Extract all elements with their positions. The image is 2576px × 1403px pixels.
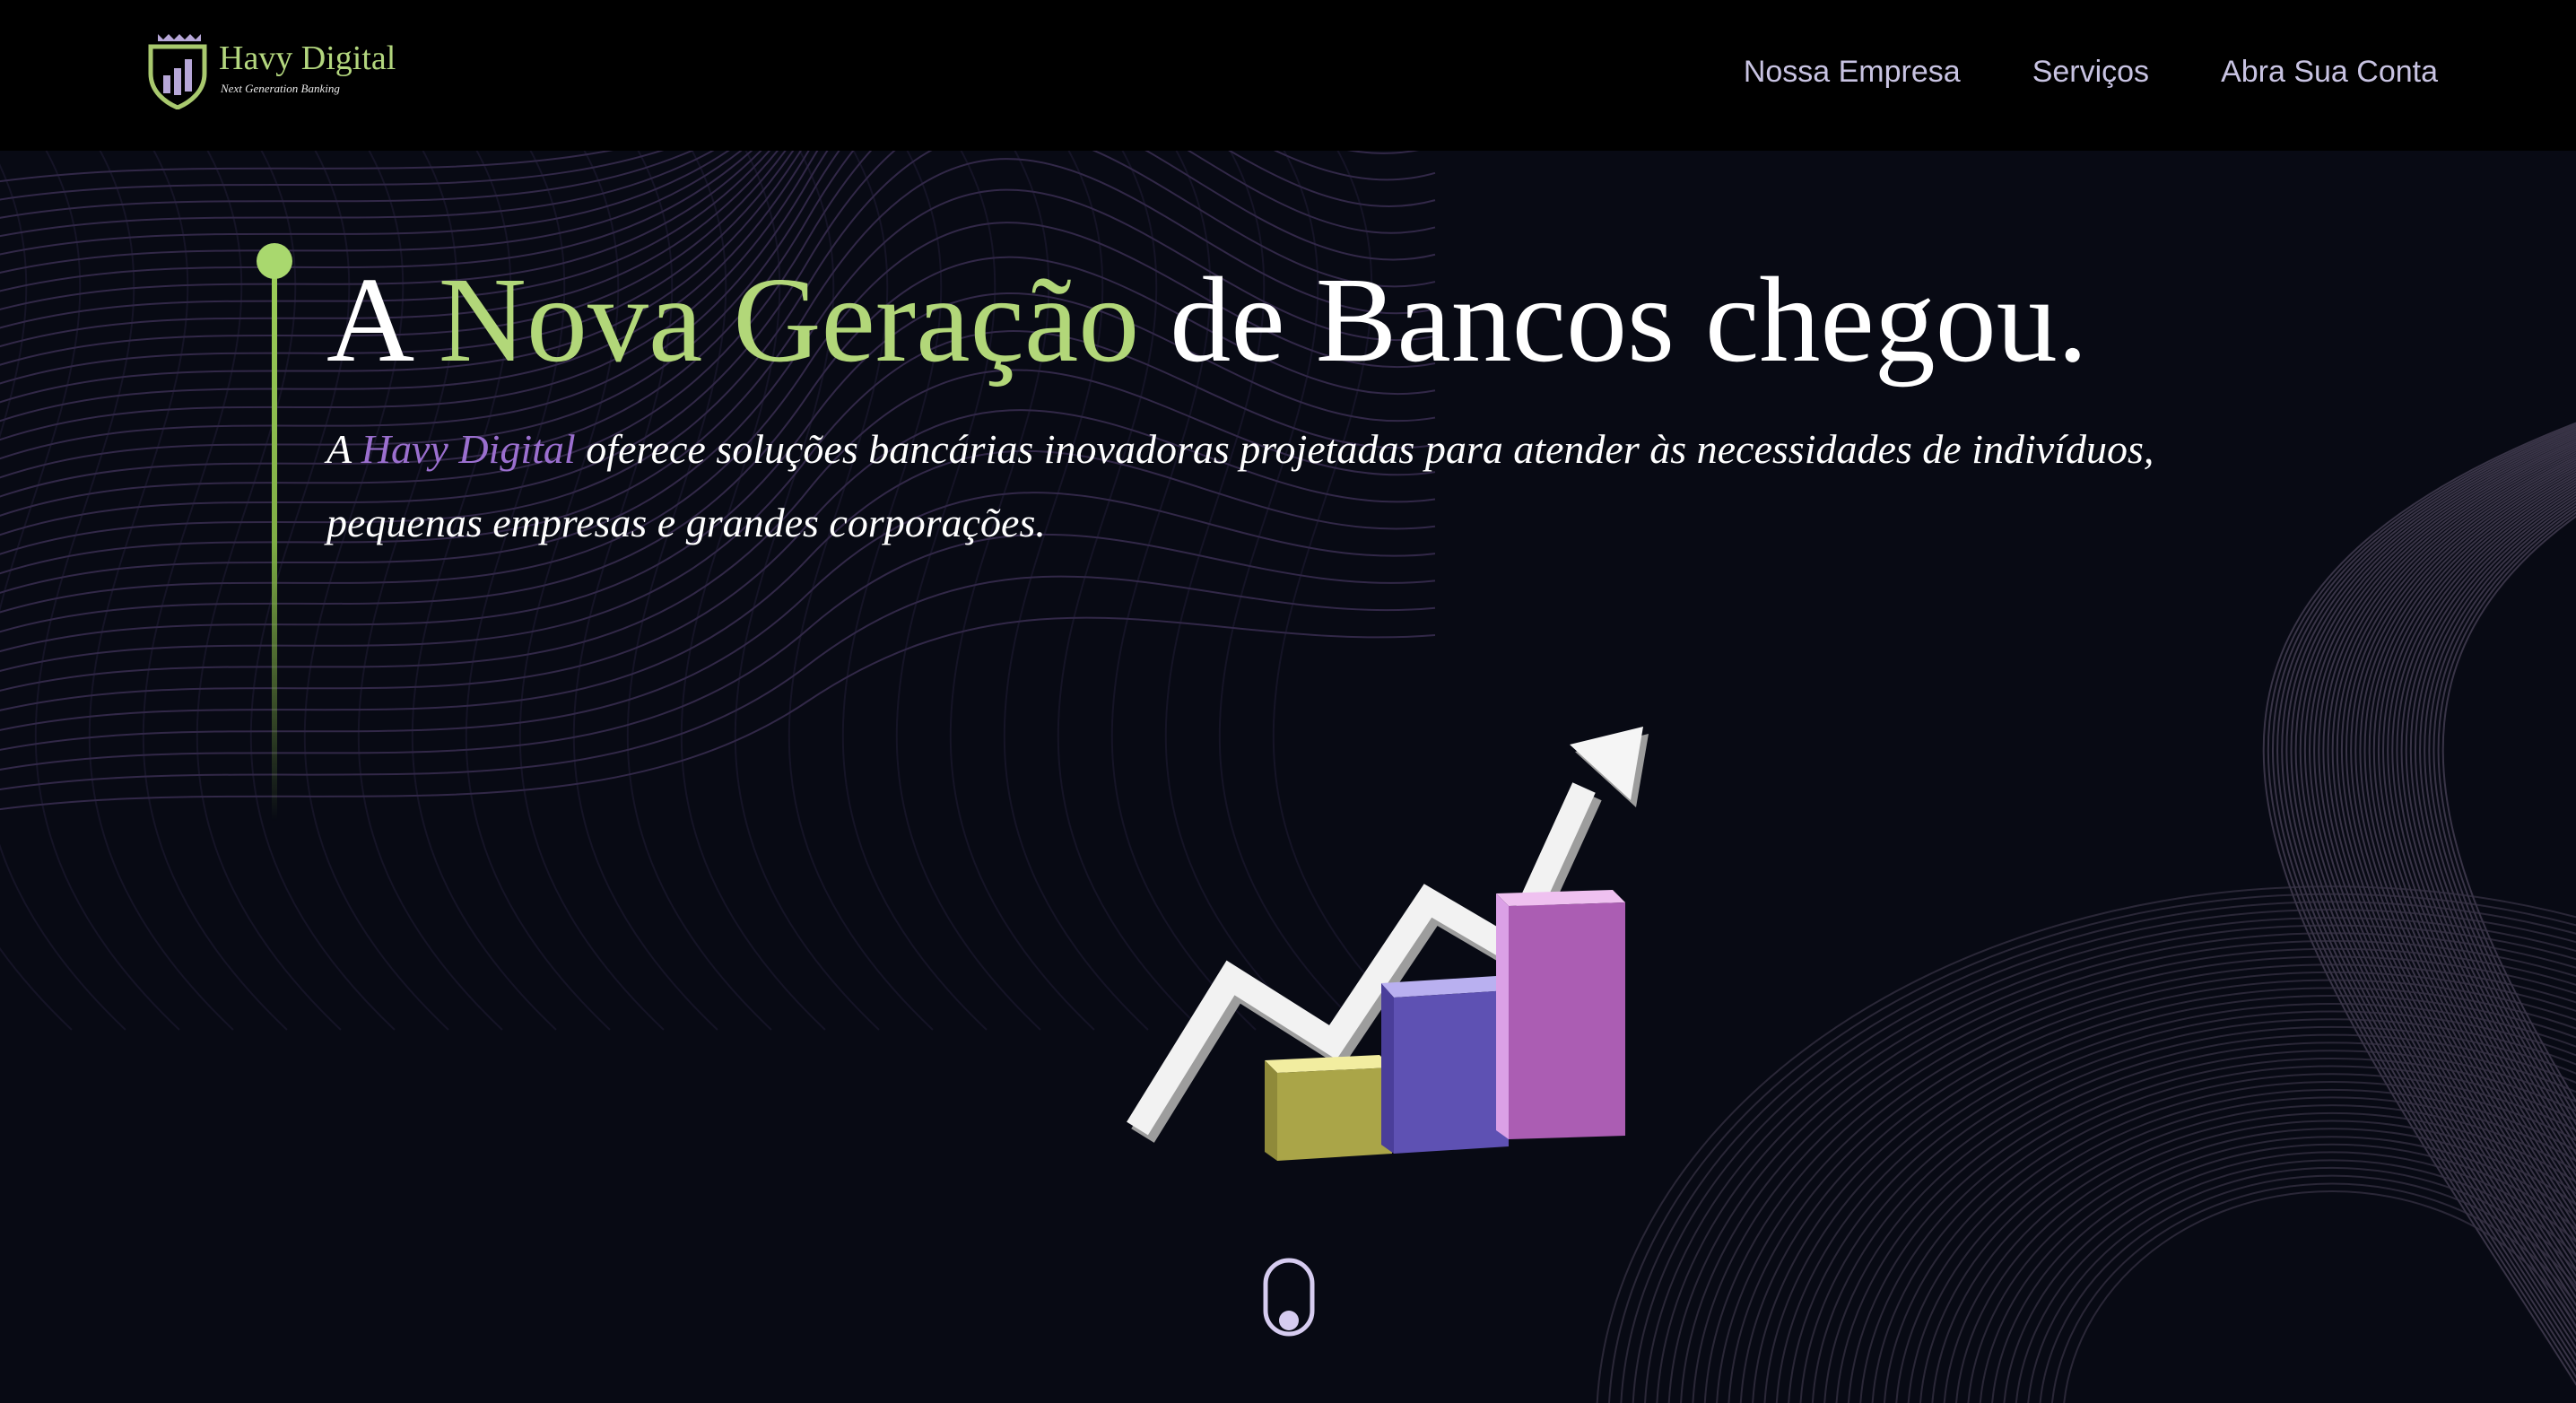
nav-link-servicos[interactable]: Serviços xyxy=(2032,50,2149,93)
nav-link-abra-sua-conta[interactable]: Abra Sua Conta xyxy=(2221,50,2438,93)
hero-subtitle-suffix: oferece soluções bancárias inovadoras pr… xyxy=(326,426,2154,545)
hero-subtitle: A Havy Digital oferece soluções bancária… xyxy=(326,413,2255,560)
hero-title-prefix: A xyxy=(326,253,439,388)
hero-accent-line xyxy=(272,262,277,822)
hero-title-suffix: de Bancos chegou. xyxy=(1139,253,2088,388)
hero-title: A Nova Geração de Bancos chegou. xyxy=(326,244,2088,396)
shield-bar-chart-icon xyxy=(148,34,207,109)
hero-subtitle-brand: Havy Digital xyxy=(361,426,576,472)
logo-link[interactable]: Havy Digital Next Generation Banking xyxy=(145,30,414,111)
logo-tagline: Next Generation Banking xyxy=(221,82,340,95)
site-header: Havy Digital Next Generation Banking Nos… xyxy=(0,0,2576,151)
logo-name: Havy Digital xyxy=(219,39,396,77)
page: Havy Digital Next Generation Banking Nos… xyxy=(0,0,2576,1403)
hero-title-accent: Nova Geração xyxy=(438,253,1140,388)
mouse-scroll-icon[interactable] xyxy=(1261,1256,1317,1338)
main-nav: Nossa Empresa Serviços Abra Sua Conta xyxy=(1744,50,2438,93)
growth-bar-chart-arrow-icon xyxy=(1127,727,1649,1161)
nav-link-nossa-empresa[interactable]: Nossa Empresa xyxy=(1744,50,1961,93)
hero-subtitle-prefix: A xyxy=(326,426,361,472)
hero-accent-dot xyxy=(257,243,292,279)
